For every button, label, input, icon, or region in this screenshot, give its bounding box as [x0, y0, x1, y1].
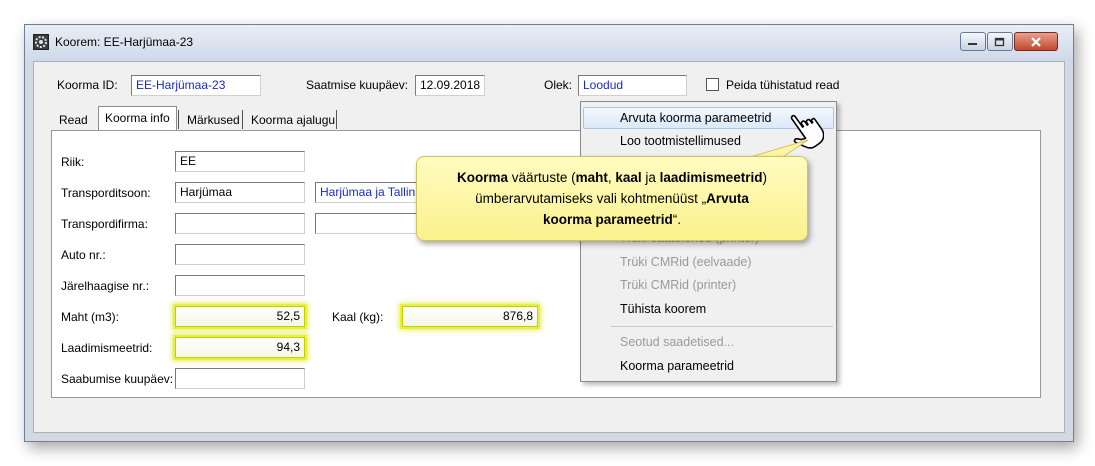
callout-text-part: ümberarvutamiseks vali kohtmenüüst „ — [475, 191, 707, 206]
callout-bold: kaal — [615, 170, 642, 185]
tooltip-callout: Koorma väärtuste (maht, kaal ja laadimis… — [410, 139, 814, 246]
load-id-label: Koorma ID: — [57, 78, 118, 92]
callout-bold: maht — [575, 170, 608, 185]
callout-body: Koorma väärtuste (maht, kaal ja laadimis… — [416, 156, 808, 241]
callout-bold: koorma parameetrid — [542, 212, 673, 227]
car-number-label: Auto nr.: — [61, 248, 106, 262]
load-id-field[interactable]: EE-Harjümaa-23 — [131, 75, 261, 96]
volume-field[interactable]: 52,5 — [175, 306, 305, 327]
callout-text: Koorma väärtuste (maht, kaal ja laadimis… — [417, 167, 807, 230]
menu-item-cancel-load[interactable]: Tühista koorem — [583, 298, 834, 320]
menu-item-print-cmr-printer[interactable]: Trüki CMRid (printer) — [583, 274, 834, 296]
title-bar[interactable]: Koorem: EE-Harjümaa-23 — [25, 25, 1073, 61]
window-title: Koorem: EE-Harjümaa-23 — [55, 35, 194, 49]
minimize-icon — [968, 42, 977, 45]
menu-separator — [611, 326, 833, 327]
hide-cancelled-label: Peida tühistatud read — [726, 78, 840, 92]
tab-load-history[interactable]: Koorma ajalugu — [244, 108, 342, 130]
tab-separator — [336, 110, 337, 129]
callout-text-part: “. — [672, 212, 682, 227]
close-button[interactable] — [1014, 32, 1058, 51]
transport-company-label: Transpordifirma: — [61, 217, 148, 231]
transport-zone-label: Transporditsoon: — [61, 186, 151, 200]
loading-meters-field[interactable]: 94,3 — [175, 337, 305, 358]
menu-item-related-shipments[interactable]: Seotud saadetised... — [583, 331, 834, 353]
trailer-number-label: Järelhaagise nr.: — [61, 279, 150, 293]
transport-zone-field[interactable]: Harjümaa — [175, 182, 305, 203]
trailer-number-field[interactable] — [175, 275, 305, 296]
app-gear-icon — [33, 34, 49, 50]
tab-load-info[interactable]: Koorma info — [98, 106, 177, 131]
loading-meters-label: Laadimismeetrid: — [61, 341, 153, 355]
send-date-label: Saatmise kuupäev: — [306, 78, 409, 92]
country-field[interactable]: EE — [175, 151, 305, 172]
status-label: Olek: — [544, 78, 573, 92]
arrival-date-label: Saabumise kuupäev: — [61, 372, 174, 386]
callout-line-1: Koorma väärtuste (maht, kaal ja laadimis… — [417, 167, 807, 188]
volume-label: Maht (m3): — [61, 310, 120, 324]
maximize-button[interactable] — [987, 32, 1013, 51]
transport-company-field[interactable] — [175, 213, 305, 234]
country-label: Riik: — [61, 155, 85, 169]
callout-line-3: koorma parameetrid“. — [417, 209, 807, 230]
minimize-button[interactable] — [960, 32, 986, 51]
car-number-field[interactable] — [175, 244, 305, 265]
weight-label: Kaal (kg): — [332, 310, 384, 324]
menu-item-print-cmr-preview[interactable]: Trüki CMRid (eelvaade) — [583, 251, 834, 273]
tab-separator — [178, 110, 179, 129]
tab-separator — [242, 110, 243, 129]
callout-bold: Arvuta — [706, 191, 749, 206]
callout-text-part: ) — [762, 170, 767, 185]
weight-field[interactable]: 876,8 — [402, 306, 538, 327]
tab-read[interactable]: Read — [52, 108, 95, 130]
status-field[interactable]: Loodud — [578, 75, 687, 96]
callout-bold: laadimismeetrid — [659, 170, 763, 185]
hide-cancelled-checkbox[interactable] — [706, 78, 719, 91]
callout-bold: Koorma — [457, 170, 509, 185]
tab-remarks[interactable]: Märkused — [180, 108, 247, 130]
send-date-field[interactable]: 12.09.2018 — [415, 75, 485, 96]
maximize-icon — [994, 37, 1005, 46]
callout-line-2: ümberarvutamiseks vali kohtmenüüst „Arvu… — [417, 188, 807, 209]
menu-item-load-parameters[interactable]: Koorma parameetrid — [583, 355, 834, 377]
callout-text-part: väärtuste ( — [508, 170, 576, 185]
close-icon — [1031, 36, 1041, 47]
arrival-date-field[interactable] — [175, 368, 305, 389]
callout-text-part: ja — [641, 170, 660, 185]
